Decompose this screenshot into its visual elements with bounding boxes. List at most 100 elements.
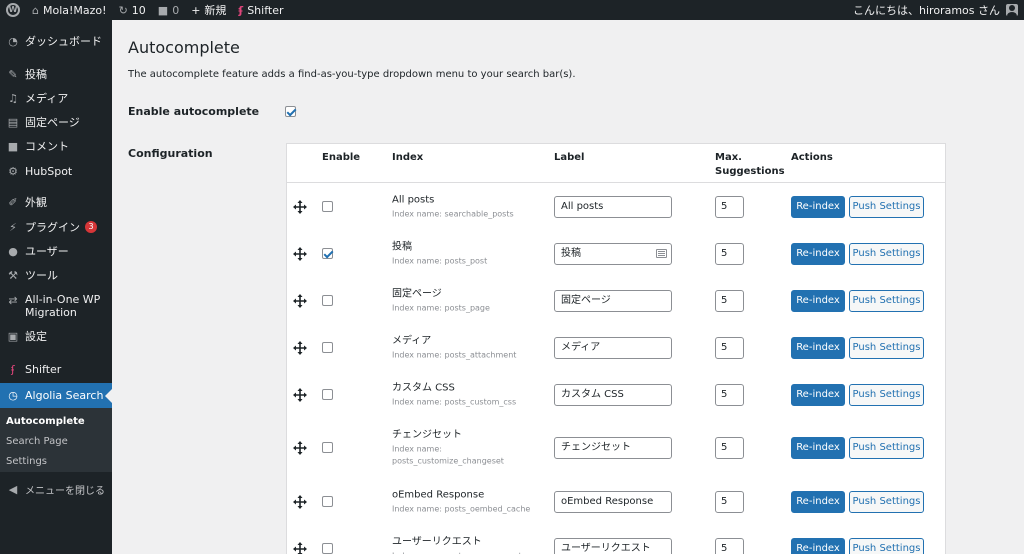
max-suggestions-input[interactable]: 5 xyxy=(715,490,744,513)
push-settings-button[interactable]: Push Settings xyxy=(849,383,924,406)
sidebar-item-all-in-one-wp-migration[interactable]: ⇄ All-in-One WP Migration xyxy=(0,293,112,321)
table-row: チェンジセット Index name: posts_customize_chang… xyxy=(287,418,945,478)
index-name: Index name: posts_page xyxy=(392,303,490,312)
row-enable-checkbox[interactable] xyxy=(322,388,333,400)
greeting: こんにちは、hiroramos さん xyxy=(853,4,1000,17)
label-input[interactable]: カスタム CSS xyxy=(554,383,672,406)
wordpress-logo-button[interactable]: W xyxy=(0,0,26,20)
max-suggestions-input[interactable]: 5 xyxy=(715,537,744,554)
sidebar-item-hubspot[interactable]: ⚙ HubSpot xyxy=(0,161,112,181)
sidebar-item-appearance[interactable]: ✐ 外観 xyxy=(0,192,112,212)
submenu-settings[interactable]: Settings xyxy=(6,456,47,467)
sidebar-item-dashboard[interactable]: ◔ ダッシュボード xyxy=(0,31,112,51)
sidebar-item-shifter[interactable]: ʄ Shifter xyxy=(0,359,112,379)
move-handle-icon[interactable] xyxy=(293,340,307,355)
label-input[interactable]: oEmbed Response xyxy=(554,490,672,513)
updates-count: 10 xyxy=(131,3,146,17)
sidebar-item-pages[interactable]: ▤ 固定ページ xyxy=(0,112,112,132)
row-enable-checkbox[interactable] xyxy=(322,442,333,453)
sidebar-item-algolia-search[interactable]: ◷ Algolia Search xyxy=(0,383,112,408)
label-input[interactable]: メディア xyxy=(554,336,672,359)
sidebar-item-label: ツール xyxy=(25,269,58,282)
label-input[interactable]: All posts xyxy=(554,195,672,218)
column-header-max-line1: Max. xyxy=(715,152,742,163)
push-settings-button[interactable]: Push Settings xyxy=(849,195,924,218)
comments-link[interactable]: ■ 0 xyxy=(152,0,185,20)
sidebar-item-media[interactable]: ♫ メディア xyxy=(0,88,112,108)
configuration-label: Configuration xyxy=(128,147,213,160)
move-handle-icon[interactable] xyxy=(293,293,307,308)
push-settings-button[interactable]: Push Settings xyxy=(849,490,924,513)
max-suggestions-value: 5 xyxy=(721,294,728,306)
sidebar-item-plugins[interactable]: ⚡ プラグイン 3 xyxy=(0,217,112,237)
reindex-button[interactable]: Re-index xyxy=(791,490,845,513)
site-name: Mola!Mazo! xyxy=(42,3,107,17)
reindex-button[interactable]: Re-index xyxy=(791,537,845,554)
index-name: Index name: searchable_posts xyxy=(392,209,514,218)
collapse-menu-button[interactable]: ◀ メニューを閉じる xyxy=(0,479,112,499)
max-suggestions-value: 5 xyxy=(721,200,728,212)
site-name-link[interactable]: ⌂ Mola!Mazo! xyxy=(26,0,113,20)
index-name: Index name: posts_custom_css xyxy=(392,397,517,406)
move-handle-icon[interactable] xyxy=(293,199,307,214)
new-content-link[interactable]: + 新規 xyxy=(185,0,232,20)
push-settings-button[interactable]: Push Settings xyxy=(849,242,924,265)
reindex-button[interactable]: Re-index xyxy=(791,242,845,265)
move-handle-icon[interactable] xyxy=(293,541,307,554)
push-settings-button[interactable]: Push Settings xyxy=(849,336,924,359)
max-suggestions-input[interactable]: 5 xyxy=(715,437,744,459)
reindex-button[interactable]: Re-index xyxy=(791,437,845,459)
max-suggestions-input[interactable]: 5 xyxy=(715,195,744,218)
row-enable-checkbox[interactable] xyxy=(322,200,333,212)
enable-autocomplete-checkbox[interactable] xyxy=(285,106,296,117)
account-menu[interactable]: こんにちは、hiroramos さん xyxy=(847,0,1024,20)
keyboard-icon xyxy=(656,248,667,258)
column-header-enable: Enable xyxy=(322,152,361,163)
max-suggestions-input[interactable]: 5 xyxy=(715,242,744,265)
row-enable-checkbox[interactable] xyxy=(322,341,333,353)
reindex-button[interactable]: Re-index xyxy=(791,336,845,359)
comment-icon: ■ xyxy=(157,3,169,17)
reindex-button[interactable]: Re-index xyxy=(791,195,845,218)
label-input[interactable]: 固定ページ xyxy=(554,289,672,312)
index-name: Index name: posts_user_request xyxy=(392,550,542,554)
row-enable-checkbox[interactable] xyxy=(322,495,333,507)
sidebar-item-comments[interactable]: ■ コメント xyxy=(0,136,112,156)
row-enable-checkbox[interactable] xyxy=(322,247,333,259)
max-suggestions-input[interactable]: 5 xyxy=(715,336,744,359)
reindex-button[interactable]: Re-index xyxy=(791,289,845,312)
row-enable-checkbox[interactable] xyxy=(322,294,333,306)
max-suggestions-input[interactable]: 5 xyxy=(715,289,744,312)
max-suggestions-input[interactable]: 5 xyxy=(715,383,744,406)
sidebar-item-label: Algolia Search xyxy=(25,389,104,402)
label-input[interactable]: 投稿 xyxy=(554,242,672,265)
sidebar-item-posts[interactable]: ✎ 投稿 xyxy=(0,64,112,84)
shifter-link[interactable]: ʄ Shifter xyxy=(232,0,289,20)
configuration-table: Enable Index Label Max. Suggestions Acti… xyxy=(286,143,946,554)
reindex-button[interactable]: Re-index xyxy=(791,383,845,406)
push-settings-button[interactable]: Push Settings xyxy=(849,537,924,554)
sidebar-item-users[interactable]: ● ユーザー xyxy=(0,241,112,261)
index-cell: All posts Index name: searchable_posts xyxy=(392,193,542,220)
submenu-search-page[interactable]: Search Page xyxy=(6,436,68,447)
label-input-value: ユーザーリクエスト xyxy=(561,542,651,554)
sidebar-item-tools[interactable]: ⚒ ツール xyxy=(0,265,112,285)
row-enable-checkbox[interactable] xyxy=(322,542,333,554)
move-handle-icon[interactable] xyxy=(293,387,307,402)
plugin-icon: ⚡ xyxy=(9,220,17,234)
move-handle-icon[interactable] xyxy=(293,494,307,509)
move-handle-icon[interactable] xyxy=(293,246,307,261)
page-icon: ▤ xyxy=(7,115,19,129)
sidebar-item-label: プラグイン xyxy=(25,221,80,234)
label-input[interactable]: チェンジセット xyxy=(554,437,672,459)
push-settings-button[interactable]: Push Settings xyxy=(849,289,924,312)
updates-link[interactable]: ↻ 10 xyxy=(113,0,152,20)
label-input-value: oEmbed Response xyxy=(561,495,654,507)
sidebar-item-settings[interactable]: ▣ 設定 xyxy=(0,326,112,346)
move-handle-icon[interactable] xyxy=(293,441,307,455)
submenu-autocomplete[interactable]: Autocomplete xyxy=(6,416,85,427)
label-input[interactable]: ユーザーリクエスト xyxy=(554,537,672,554)
push-settings-button[interactable]: Push Settings xyxy=(849,437,924,459)
index-cell: メディア Index name: posts_attachment xyxy=(392,334,542,361)
index-title: All posts xyxy=(392,194,435,205)
